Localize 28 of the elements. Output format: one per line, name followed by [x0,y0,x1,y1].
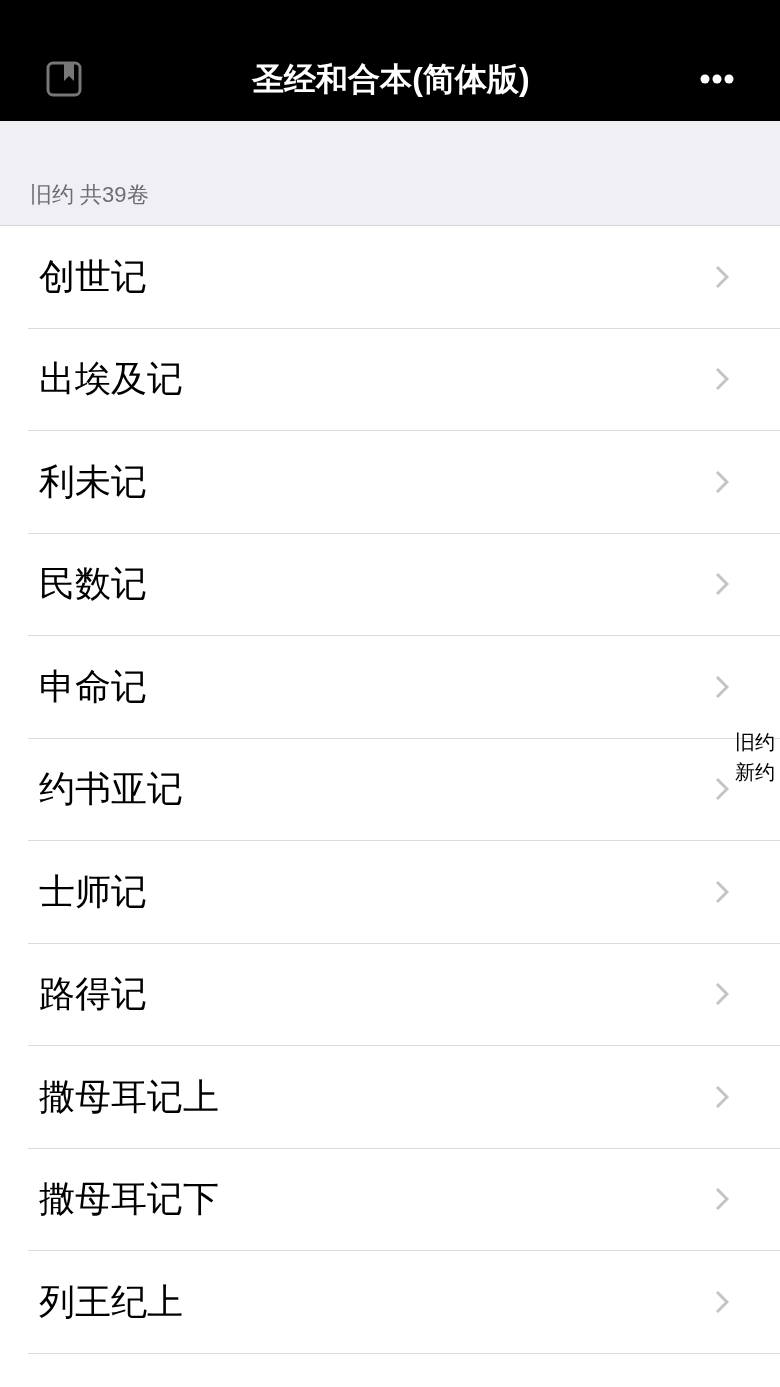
index-link[interactable]: 旧约 [735,727,775,757]
more-icon[interactable] [700,73,734,84]
chevron-icon [715,469,729,494]
book-row[interactable]: 列王纪上 [28,1251,729,1353]
chevron-icon [715,572,729,597]
bookmark-icon[interactable] [46,60,82,97]
section-label: 旧约 共39卷 [30,181,149,209]
book-row[interactable]: 约书亚记 [28,738,729,840]
chevron-icon [715,1289,729,1314]
book-row[interactable]: 士师记 [28,841,729,943]
book-row[interactable]: 路得记 [28,943,729,1045]
chevron-icon [715,674,729,699]
book-row[interactable]: 民数记 [28,533,729,635]
book-row[interactable]: 利未记 [28,431,729,533]
chevron-icon [715,367,729,392]
book-row[interactable]: 申命记 [28,636,729,738]
book-row[interactable]: 出埃及记 [28,328,729,430]
book-row[interactable]: 撒母耳记上 [28,1046,729,1148]
chevron-icon [715,777,729,802]
chevron-icon [715,879,729,904]
chevron-icon [715,1187,729,1212]
book-row[interactable]: 撒母耳记下 [28,1148,729,1250]
chevron-icon [715,1084,729,1109]
index-link[interactable]: 新约 [735,757,775,787]
book-row[interactable]: 创世记 [28,226,729,328]
chevron-icon [715,264,729,289]
app-title: 圣经和合本(简体版) [252,59,530,99]
chevron-icon [715,982,729,1007]
